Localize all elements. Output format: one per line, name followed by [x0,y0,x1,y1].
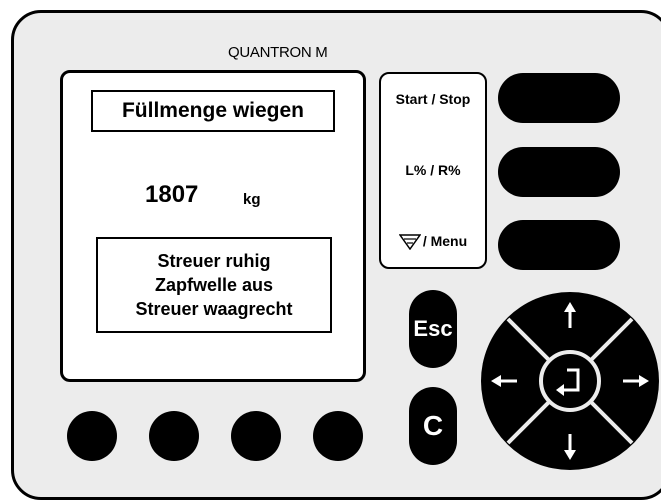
start-stop-label: Start / Stop [395,91,471,107]
function-button-1[interactable] [67,411,117,461]
filter-icon [398,234,421,251]
lcd-display: Füllmenge wiegen 1807 kg Streuer ruhig Z… [60,70,366,382]
c-button[interactable]: C [409,387,457,465]
function-button-4[interactable] [313,411,363,461]
function-label-panel: Start / Stop L% / R% / Menu [379,72,487,269]
softkey-lr-percent[interactable] [498,147,620,197]
message-box: Streuer ruhig Zapfwelle aus Streuer waag… [96,237,332,333]
weight-value: 1807 [145,181,199,208]
menu-label: / Menu [381,233,485,251]
brand-label: QUANTRON M [228,44,328,61]
menu-label-text: / Menu [422,233,468,249]
direction-pad[interactable] [479,290,661,472]
esc-button[interactable]: Esc [409,290,457,368]
softkey-start-stop[interactable] [498,73,620,123]
function-button-3[interactable] [231,411,281,461]
message-line: Streuer ruhig [157,251,271,271]
display-title: Füllmenge wiegen [91,90,335,132]
function-button-2[interactable] [149,411,199,461]
message-line: Streuer waagrecht [135,299,293,319]
weight-unit: kg [243,191,261,208]
lr-percent-label: L% / R% [405,162,461,178]
message-line: Zapfwelle aus [154,275,274,295]
softkey-menu[interactable] [498,220,620,270]
